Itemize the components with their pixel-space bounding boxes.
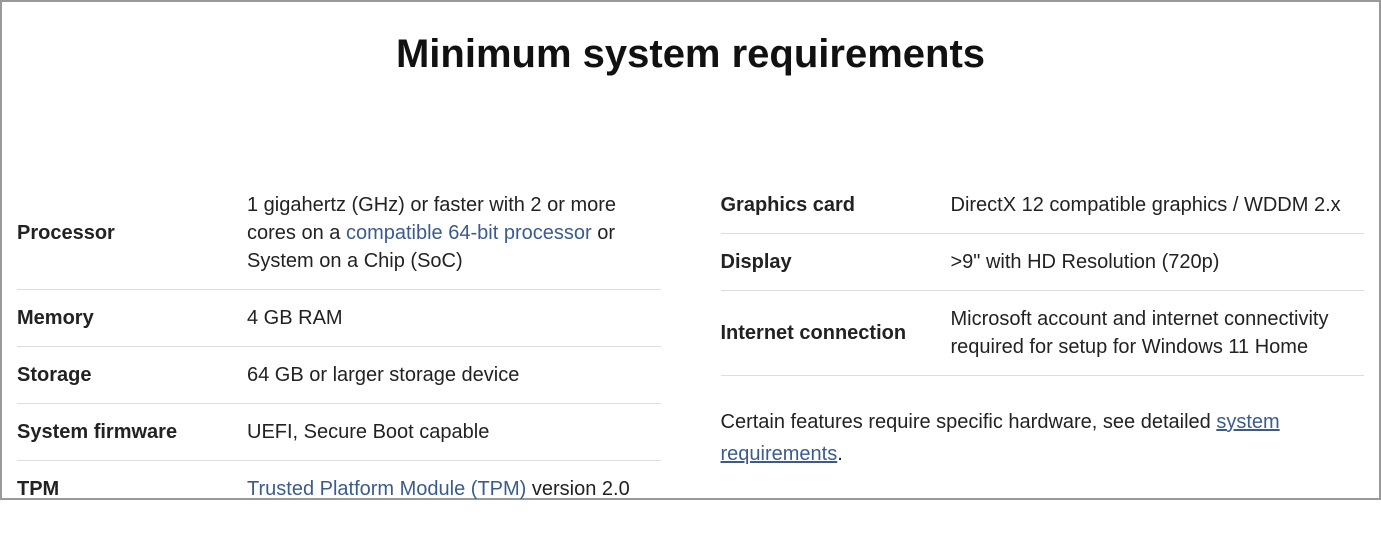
row-storage: Storage 64 GB or larger storage device xyxy=(17,347,661,404)
left-column: Processor 1 gigahertz (GHz) or faster wi… xyxy=(17,177,661,517)
label-storage: Storage xyxy=(17,361,247,389)
value-storage: 64 GB or larger storage device xyxy=(247,361,661,389)
footnote-after: . xyxy=(837,443,843,465)
row-tpm: TPM Trusted Platform Module (TPM) versio… xyxy=(17,461,661,517)
row-firmware: System firmware UEFI, Secure Boot capabl… xyxy=(17,404,661,461)
label-processor: Processor xyxy=(17,219,247,247)
row-internet: Internet connection Microsoft account an… xyxy=(721,291,1365,376)
label-display: Display xyxy=(721,248,951,276)
row-processor: Processor 1 gigahertz (GHz) or faster wi… xyxy=(17,177,661,290)
row-display: Display >9" with HD Resolution (720p) xyxy=(721,234,1365,291)
label-firmware: System firmware xyxy=(17,418,247,446)
spec-columns: Processor 1 gigahertz (GHz) or faster wi… xyxy=(17,177,1364,517)
value-processor: 1 gigahertz (GHz) or faster with 2 or mo… xyxy=(247,191,661,275)
right-column: Graphics card DirectX 12 compatible grap… xyxy=(721,177,1365,517)
value-memory: 4 GB RAM xyxy=(247,304,661,332)
value-graphics: DirectX 12 compatible graphics / WDDM 2.… xyxy=(951,191,1365,219)
value-internet: Microsoft account and internet connectiv… xyxy=(951,305,1365,361)
tpm-text-after: version 2.0 xyxy=(526,478,629,500)
page-title: Minimum system requirements xyxy=(17,32,1364,77)
value-display: >9" with HD Resolution (720p) xyxy=(951,248,1365,276)
label-tpm: TPM xyxy=(17,475,247,503)
label-internet: Internet connection xyxy=(721,319,951,347)
value-tpm: Trusted Platform Module (TPM) version 2.… xyxy=(247,475,661,503)
processor-link[interactable]: compatible 64-bit processor xyxy=(346,222,592,244)
footnote-before: Certain features require specific hardwa… xyxy=(721,411,1217,433)
row-graphics: Graphics card DirectX 12 compatible grap… xyxy=(721,177,1365,234)
tpm-link[interactable]: Trusted Platform Module (TPM) xyxy=(247,478,526,500)
row-memory: Memory 4 GB RAM xyxy=(17,290,661,347)
label-memory: Memory xyxy=(17,304,247,332)
label-graphics: Graphics card xyxy=(721,191,951,219)
footnote: Certain features require specific hardwa… xyxy=(721,376,1365,470)
value-firmware: UEFI, Secure Boot capable xyxy=(247,418,661,446)
